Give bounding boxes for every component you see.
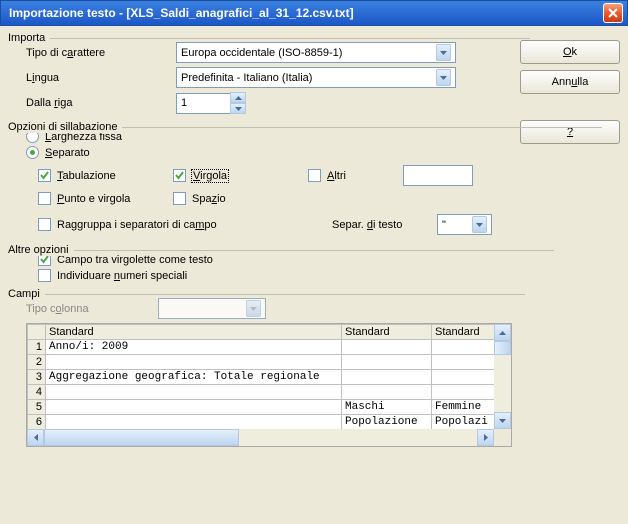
chevron-down-icon xyxy=(472,216,487,233)
spin-up-icon[interactable] xyxy=(230,92,246,103)
fromrow-spinner[interactable] xyxy=(230,92,246,114)
chk-special[interactable] xyxy=(38,269,51,282)
chk-other-label: Altri xyxy=(327,170,346,182)
table-row: 3Aggregazione geografica: Totale regiona… xyxy=(28,370,495,385)
close-icon xyxy=(608,8,618,18)
lang-label: Lingua xyxy=(26,72,176,84)
cancel-button[interactable]: Annulla xyxy=(520,70,620,94)
fromrow-label: Dalla riga xyxy=(26,97,176,109)
chk-semicolon-label: Punto e virgola xyxy=(57,193,130,205)
fromrow-input[interactable]: 1 xyxy=(176,93,231,114)
chk-tab-label: Tabulazione xyxy=(57,170,116,182)
chk-space-label: Spazio xyxy=(192,193,226,205)
charset-value: Europa occidentale (ISO-8859-1) xyxy=(181,47,342,59)
preview-table[interactable]: Standard Standard Standard 1Anno/i: 2009… xyxy=(27,324,494,429)
scrollbar-vertical[interactable] xyxy=(494,324,511,429)
table-row: 4 xyxy=(28,385,495,400)
col-header[interactable]: Standard xyxy=(46,325,342,340)
chevron-down-icon xyxy=(436,69,451,86)
chk-comma-label: Virgola xyxy=(192,170,228,182)
lang-combo[interactable]: Predefinita - Italiano (Italia) xyxy=(176,67,456,88)
titlebar: Importazione testo - [XLS_Saldi_anagrafi… xyxy=(0,0,628,26)
chk-merge-label: Raggruppa i separatori di campo xyxy=(57,219,332,231)
chevron-down-icon xyxy=(436,44,451,61)
legend-campi: Campi xyxy=(8,288,45,300)
group-importa: Importa Tipo di carattere Europa occiden… xyxy=(8,32,512,118)
col-header[interactable]: Standard xyxy=(342,325,432,340)
legend-altre: Altre opzioni xyxy=(8,244,74,256)
table-row: 6PopolazionePopolazi xyxy=(28,415,495,430)
coltype-label: Tipo colonna xyxy=(26,303,158,315)
fromrow-value: 1 xyxy=(181,97,187,109)
chk-quoted-label: Campo tra virgolette come testo xyxy=(57,254,213,266)
lang-value: Predefinita - Italiano (Italia) xyxy=(181,72,312,84)
col-header[interactable]: Standard xyxy=(432,325,495,340)
textsep-value: " xyxy=(442,219,446,231)
titlebar-text: Importazione testo - [XLS_Saldi_anagrafi… xyxy=(9,6,603,20)
check-icon xyxy=(175,171,184,180)
chk-other[interactable] xyxy=(308,169,321,182)
table-row: 5MaschiFemmine xyxy=(28,400,495,415)
table-row: 1Anno/i: 2009 xyxy=(28,340,495,355)
group-altre: Altre opzioni Campo tra virgolette come … xyxy=(8,244,512,285)
radio-separated[interactable] xyxy=(26,146,39,159)
chk-space[interactable] xyxy=(173,192,186,205)
other-input[interactable] xyxy=(403,165,473,186)
group-sillabazione: Opzioni di sillabazione Larghezza fissa … xyxy=(8,121,512,241)
chk-comma[interactable] xyxy=(173,169,186,182)
preview-pane: Standard Standard Standard 1Anno/i: 2009… xyxy=(26,323,512,447)
group-campi: Campi Tipo colonna Standard Standard Sta… xyxy=(8,288,512,513)
chevron-down-icon xyxy=(246,300,261,317)
chk-semicolon[interactable] xyxy=(38,192,51,205)
textsep-combo[interactable]: " xyxy=(437,214,492,235)
chk-tab[interactable] xyxy=(38,169,51,182)
spin-down-icon[interactable] xyxy=(230,103,246,114)
check-icon xyxy=(40,171,49,180)
coltype-combo[interactable] xyxy=(158,298,266,319)
help-button[interactable]: ? xyxy=(520,120,620,144)
table-row: 2 xyxy=(28,355,495,370)
check-icon xyxy=(40,255,49,264)
chk-special-label: Individuare numeri speciali xyxy=(57,270,187,282)
scroll-right-icon[interactable] xyxy=(477,429,494,446)
charset-label: Tipo di carattere xyxy=(26,47,176,59)
legend-importa: Importa xyxy=(8,32,50,44)
scrollbar-horizontal[interactable] xyxy=(27,429,494,446)
legend-sillab: Opzioni di sillabazione xyxy=(8,121,122,133)
ok-button[interactable]: Ok xyxy=(520,40,620,64)
textsep-label: Separ. di testo xyxy=(332,219,437,231)
header-row: Standard Standard Standard xyxy=(28,325,495,340)
scroll-left-icon[interactable] xyxy=(27,429,44,446)
scroll-down-icon[interactable] xyxy=(494,412,511,429)
radio-separated-label: Separato xyxy=(45,147,90,159)
chk-merge[interactable] xyxy=(38,218,51,231)
charset-combo[interactable]: Europa occidentale (ISO-8859-1) xyxy=(176,42,456,63)
close-button[interactable] xyxy=(603,3,623,23)
scroll-up-icon[interactable] xyxy=(494,324,511,341)
